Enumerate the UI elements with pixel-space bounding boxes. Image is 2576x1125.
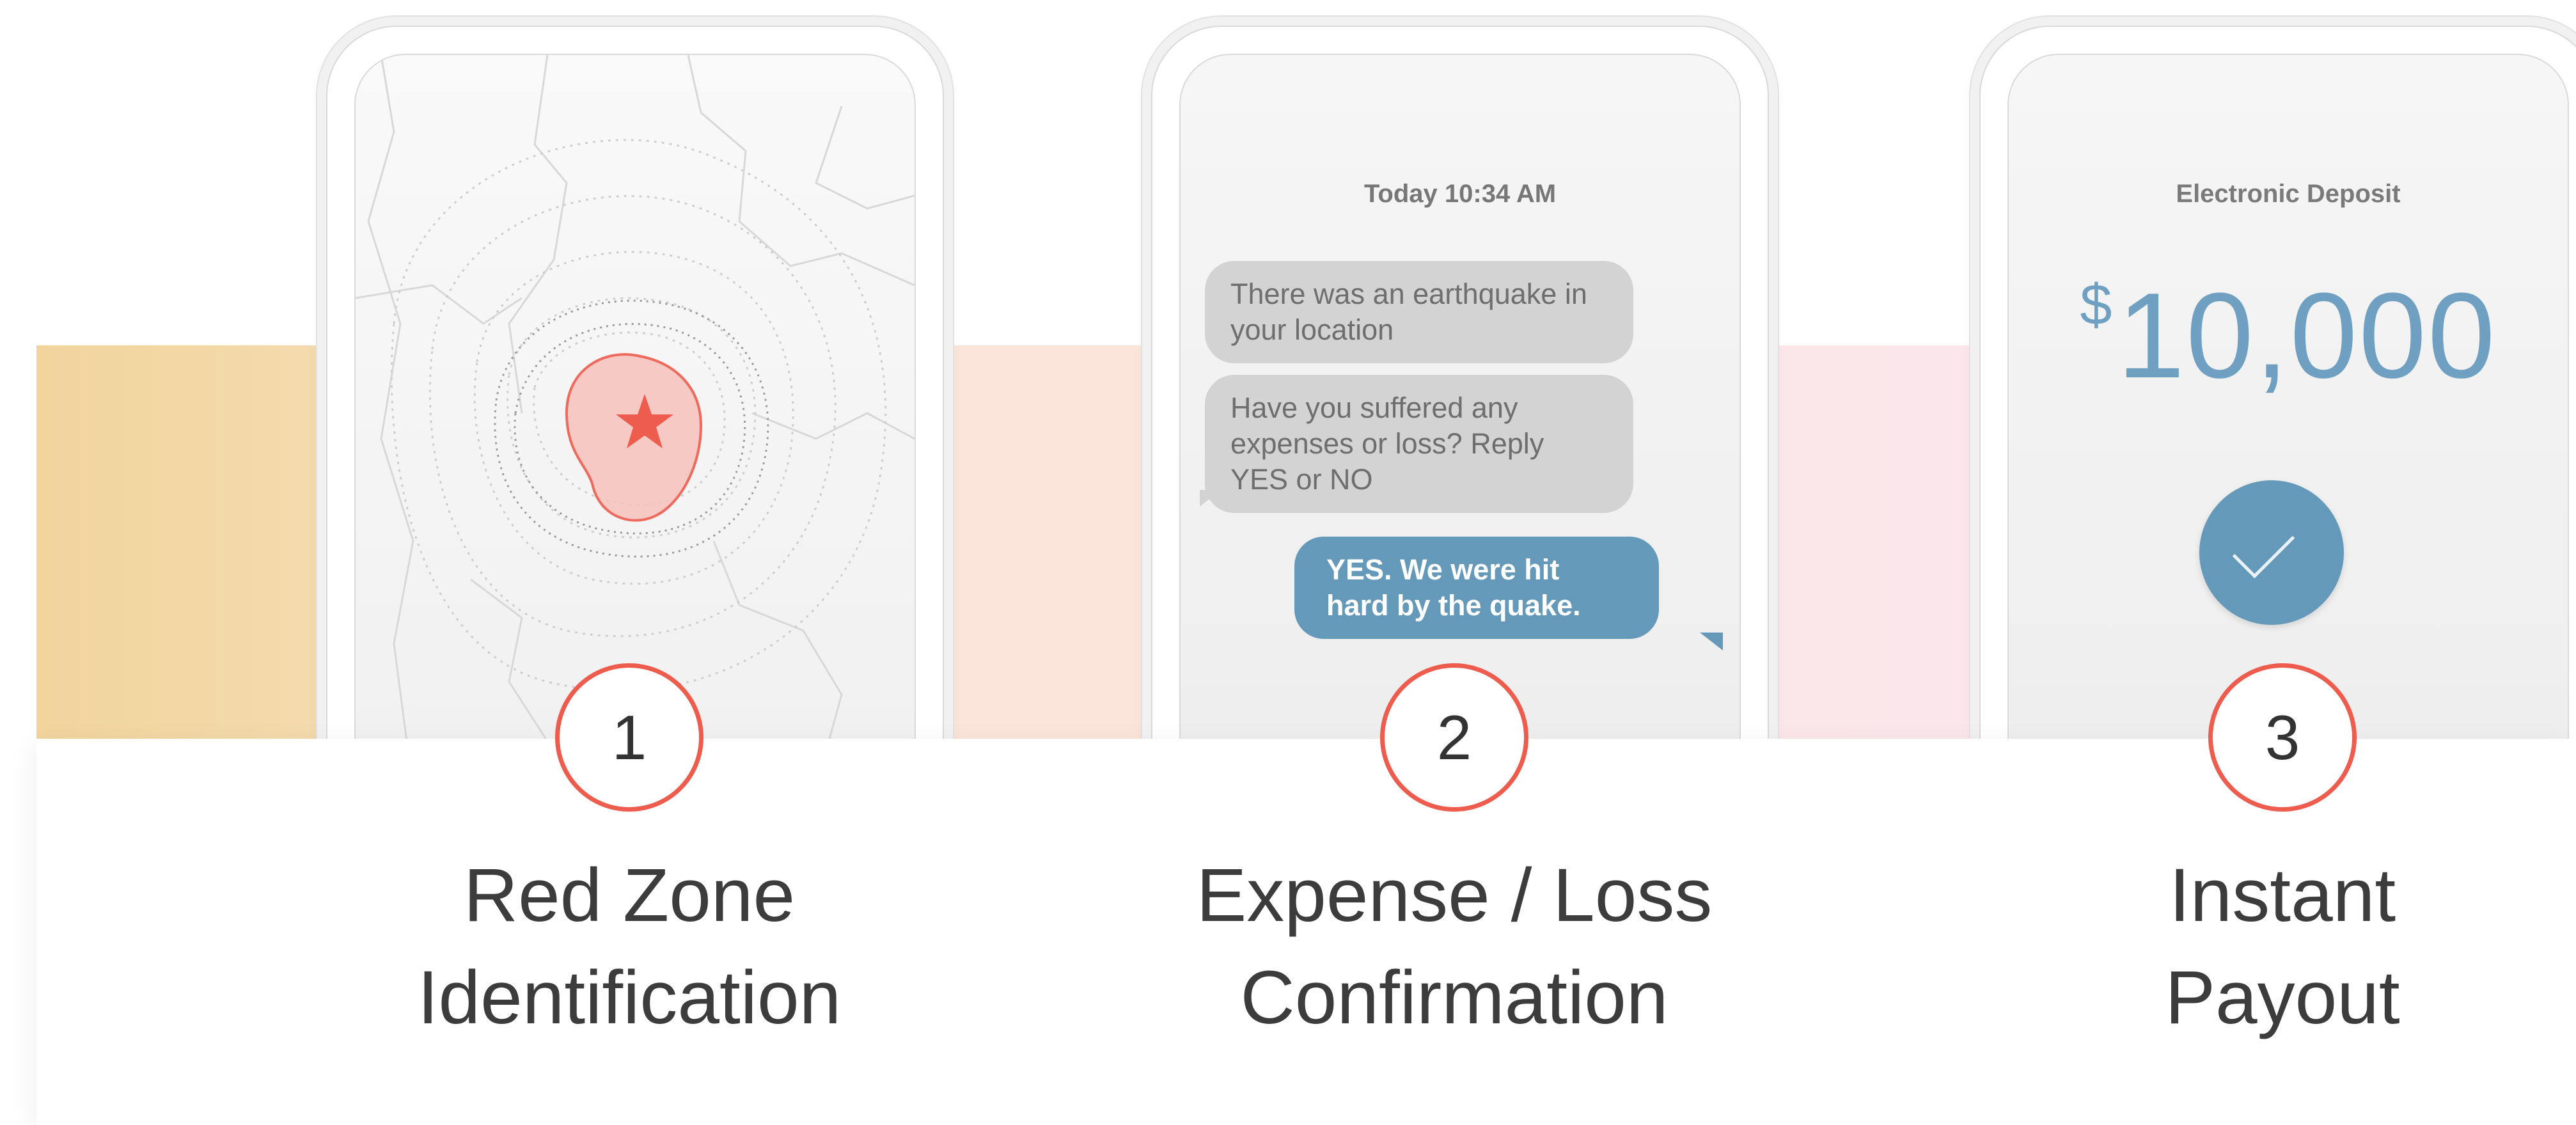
deposit-title: Electronic Deposit (2176, 180, 2401, 208)
step-label-line: Payout (2165, 956, 2400, 1040)
step-label-expense-loss: Expense / Loss Confirmation (1103, 844, 1806, 1049)
incoming-message-tail (1200, 490, 1221, 507)
step-number-badge: 3 (2208, 663, 2357, 812)
step-label-line: Confirmation (1240, 956, 1669, 1040)
phone-side-button (943, 347, 944, 513)
step-label-red-zone: Red Zone Identification (278, 844, 981, 1049)
step-label-instant-payout: Instant Payout (1931, 844, 2576, 1049)
phone-mockup-chat: Today 10:34 AM There was an earthquake i… (1151, 26, 1769, 740)
deposit-screen: Electronic Deposit $10,000 (2007, 54, 2569, 740)
phone-side-button (1151, 455, 1152, 577)
amount-value: 10,000 (2117, 268, 2497, 404)
checkmark-icon (2199, 480, 2344, 625)
step-label-line: Identification (417, 956, 842, 1040)
step-label-line: Red Zone (463, 853, 796, 938)
outgoing-message-tail (1700, 633, 1723, 650)
phone-side-button (326, 455, 327, 577)
phone-mockup-map (326, 26, 944, 740)
phone-side-button (326, 238, 327, 308)
incoming-message: There was an earthquake in your location (1205, 261, 1633, 363)
incoming-message: Have you suffered any expenses or loss? … (1205, 375, 1633, 513)
phone-mockup-deposit: Electronic Deposit $10,000 (1979, 26, 2576, 740)
earthquake-contour-map (356, 55, 915, 740)
phone-side-button (1979, 321, 1981, 443)
step-label-line: Instant (2169, 853, 2396, 938)
step-number-badge: 2 (1380, 663, 1528, 812)
step-number-badge: 1 (555, 663, 703, 812)
phone-side-button (1979, 455, 1981, 577)
deposit-amount: $10,000 (2009, 266, 2568, 405)
phone-side-button (1768, 347, 1769, 513)
chat-screen: Today 10:34 AM There was an earthquake i… (1179, 54, 1741, 740)
phone-side-button (1151, 238, 1152, 308)
currency-symbol: $ (2080, 273, 2112, 337)
map-screen (354, 54, 916, 740)
step-label-line: Expense / Loss (1196, 853, 1713, 938)
chat-timestamp: Today 10:34 AM (1363, 180, 1557, 208)
phone-side-button (326, 321, 327, 443)
phone-side-button (1979, 238, 1981, 308)
phone-side-button (1151, 321, 1152, 443)
outgoing-message: YES. We were hit hard by the quake. (1294, 537, 1659, 639)
